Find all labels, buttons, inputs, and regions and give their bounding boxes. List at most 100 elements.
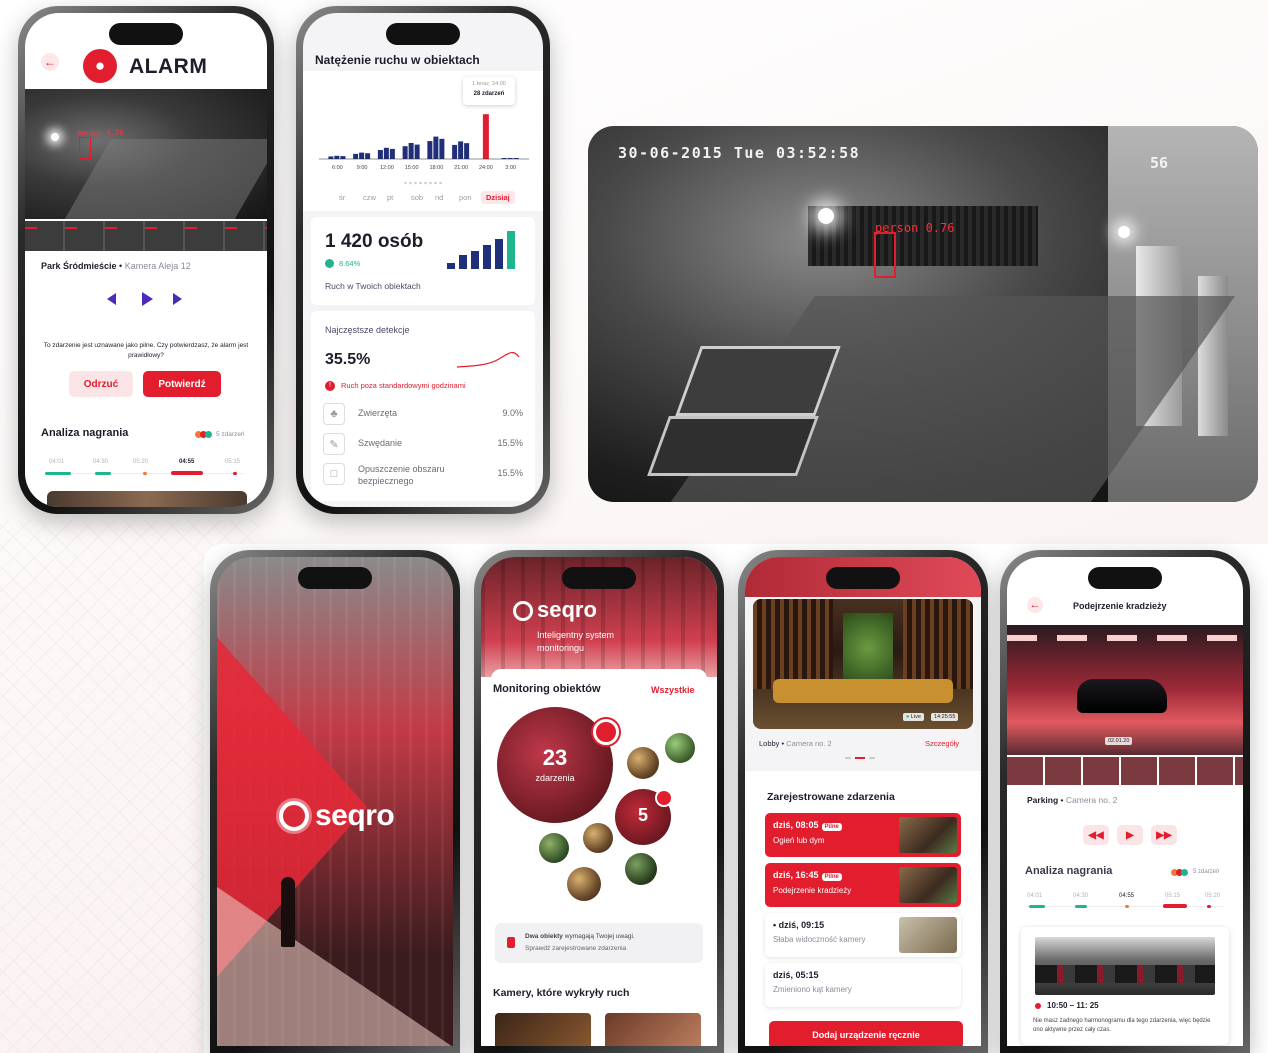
parking-camera-view[interactable]: 02.01.20 [1007, 625, 1243, 755]
event-item[interactable]: dziś, 05:15 Zmieniono kąt kamery [765, 963, 961, 1007]
play-icon[interactable] [142, 292, 153, 306]
people-count: 1 420 osób [325, 231, 424, 252]
event-desc: Zmieniono kąt kamery [773, 985, 852, 994]
section-title: Monitoring obiektów [493, 683, 601, 695]
notch [1088, 567, 1162, 589]
frequent-title: Najczęstsze detekcje [325, 325, 410, 335]
day-tab[interactable]: sob [411, 193, 423, 202]
event-item-urgent[interactable]: dziś, 16:45 Pilne Podejrzenie kradzieży [765, 863, 961, 907]
traffic-title: Natężenie ruchu w obiektach [315, 53, 480, 67]
alarm-camera-view[interactable]: person 0.76 [25, 89, 267, 219]
confirm-button[interactable]: Potwierdź [143, 371, 221, 397]
clip-card[interactable]: 10:50 – 11: 25 Nie masz żadnego harmonog… [1021, 927, 1229, 1045]
trend-line [456, 351, 520, 368]
event-thumbnail [899, 867, 957, 903]
chart-bar [414, 144, 420, 159]
row-label: Szwędanie [358, 438, 403, 448]
location-name: Park Śródmieście [41, 261, 117, 271]
thumbnail-strip[interactable] [25, 221, 267, 251]
notice-text: Dwa obiekty wymagają Twojej uwagi. [525, 933, 635, 940]
tagline: Inteligentny system monitoringu [537, 630, 615, 653]
camera-thumbnail[interactable] [495, 1013, 591, 1046]
day-tab[interactable]: pon [459, 193, 472, 202]
lamp [1118, 226, 1130, 238]
alert-icon [593, 719, 619, 745]
growth-value: 8.64% [339, 259, 361, 268]
lobby-camera-view[interactable]: ● Live 14:25:55 [753, 599, 973, 729]
planter [675, 346, 841, 416]
event-thumbnail [899, 917, 957, 953]
object-bubble[interactable] [567, 867, 601, 901]
growth-icon [325, 259, 334, 268]
timeline-segment [143, 472, 147, 475]
notch [386, 23, 460, 45]
day-selector: śr czw pt sob nd pon Dzisiaj [339, 191, 529, 207]
object-bubble[interactable] [625, 853, 657, 885]
object-bubble[interactable] [539, 833, 569, 863]
analysis-title: Analiza nagrania [41, 427, 129, 439]
phone-monitoring: seqro Inteligentny system monitoringu Mo… [474, 550, 724, 1053]
pedestrian-silhouette [281, 877, 295, 947]
chart-bar [328, 156, 334, 159]
detection-label: person 0.76 [77, 129, 124, 137]
monitoring-brand: seqro [537, 597, 597, 622]
alarm-title: ALARM [129, 55, 208, 78]
time-label-active: 04:55 [1119, 893, 1135, 899]
slats [903, 599, 973, 689]
day-tab[interactable]: pt [387, 193, 393, 202]
rewind-icon[interactable] [107, 293, 116, 305]
notice-box[interactable]: Dwa obiekty wymagają Twojej uwagi. Spraw… [495, 923, 703, 963]
recording-preview[interactable] [47, 491, 247, 507]
time-label-active: 04:55 [179, 459, 195, 465]
camera-thumbnail[interactable] [605, 1013, 701, 1046]
back-arrow-icon[interactable]: ← [1027, 597, 1043, 613]
row-value: 15.5% [497, 438, 523, 448]
logo-icon [513, 601, 533, 621]
time-label: 05:15 [225, 459, 241, 465]
thumbnail-strip[interactable] [1007, 757, 1243, 785]
day-tab[interactable]: czw [363, 193, 376, 202]
chart-bar [408, 143, 414, 159]
notch [826, 567, 900, 589]
day-tab[interactable]: nd [435, 193, 443, 202]
timeline-segment [1125, 905, 1129, 908]
alert-icon [655, 789, 673, 807]
event-item[interactable]: • dziś, 09:15 Słaba widoczność kamery [765, 913, 961, 957]
day-dots [403, 181, 443, 185]
forward-icon[interactable] [173, 293, 182, 305]
row-value: 9.0% [502, 408, 523, 418]
event-time: dziś, 05:15 [773, 970, 819, 980]
object-bubble[interactable] [627, 747, 659, 779]
all-link[interactable]: Wszystkie [651, 685, 695, 695]
add-device-button[interactable]: Dodaj urządzenie ręcznie [769, 1021, 963, 1046]
detection-row[interactable]: ✎ Szwędanie 15.5% [323, 433, 523, 457]
chart-bar [439, 138, 445, 159]
clock-badge: 14:25:55 [931, 713, 959, 721]
cctv-feed[interactable]: person 0.76 30-06-2015 Tue 03:52:58 56 [588, 126, 1258, 502]
footsteps-icon: ✎ [323, 433, 345, 455]
notch [562, 567, 636, 589]
x-tick-label: 21:00 [454, 165, 468, 171]
object-bubble[interactable] [583, 823, 613, 853]
detection-row[interactable]: □ Opuszczenie obszaru bezpiecznego 15.5% [323, 463, 523, 487]
events-count: 5 zdarzeń [216, 431, 245, 438]
logo-icon [279, 801, 309, 831]
phone-splash: seqro [210, 550, 460, 1053]
day-tab-active[interactable]: Dzisiaj [481, 191, 515, 204]
back-arrow-icon[interactable]: ← [41, 53, 59, 71]
timeline-segment [233, 472, 237, 475]
day-tab[interactable]: śr [339, 193, 345, 202]
object-bubble[interactable] [665, 733, 695, 763]
detection-row[interactable]: ♣ Zwierzęta 9.0% [323, 403, 523, 427]
thumbnail-markers [25, 227, 267, 229]
event-item-urgent[interactable]: dziś, 08:05 Pilne Ogień lub dym [765, 813, 961, 857]
camera-name: Camera no. 2 [1065, 795, 1118, 805]
event-time: dziś, 08:05 [773, 820, 819, 830]
play-button[interactable]: ▶ [1117, 825, 1143, 845]
details-link[interactable]: Szczegóły [925, 739, 959, 748]
reject-button[interactable]: Odrzuć [69, 371, 133, 397]
notice-sub: Sprawdź zarejestrowane zdarzenia [525, 945, 627, 952]
chart-bar [452, 144, 458, 159]
rewind-button[interactable]: ◀◀ [1083, 825, 1109, 845]
forward-button[interactable]: ▶▶ [1151, 825, 1177, 845]
